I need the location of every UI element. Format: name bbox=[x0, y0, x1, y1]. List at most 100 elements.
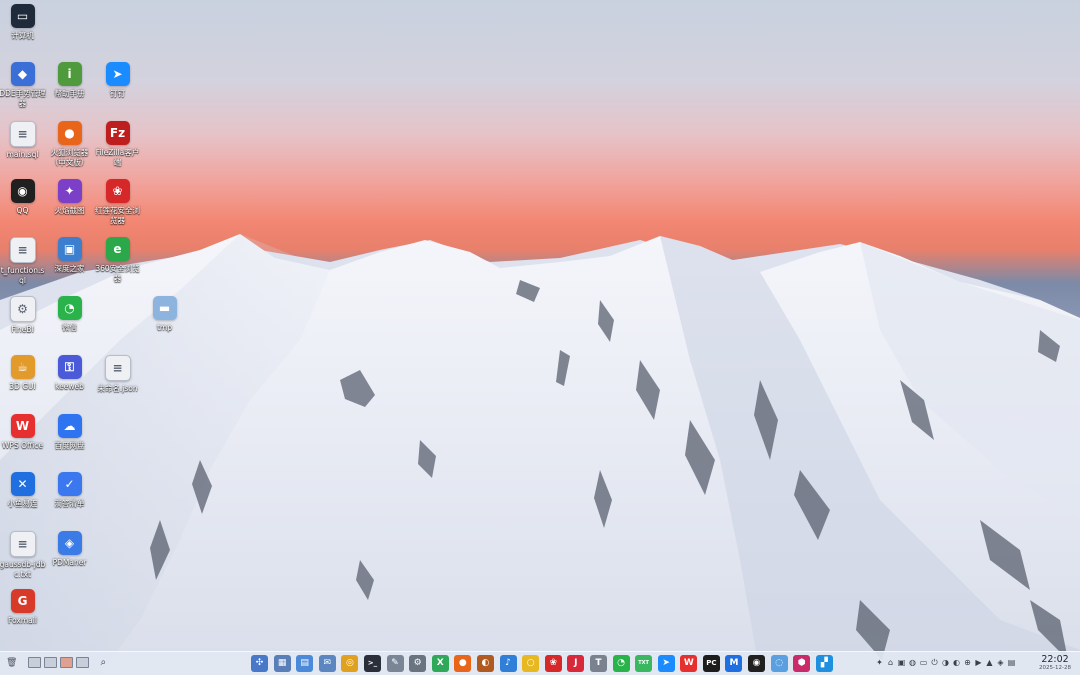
desktop-icon-5[interactable]: ● 火狐浏览器（中文版） bbox=[46, 121, 93, 168]
desktop-icon-label: keeweb bbox=[55, 382, 84, 391]
desktop-icon-22[interactable]: ✓ 滴答清单 bbox=[46, 472, 93, 509]
foxmail-icon: G bbox=[10, 589, 35, 613]
taskbar-wechat-icon[interactable]: ◔ bbox=[612, 655, 630, 672]
flameshot-icon: ✦ bbox=[57, 179, 82, 203]
desktop-icon-label: 微信 bbox=[62, 323, 77, 332]
desktop-icon-13[interactable]: ⚙ FineBI bbox=[0, 296, 46, 335]
desktop-icon-label: main.sql bbox=[6, 150, 39, 159]
taskbar-launcher-icon[interactable]: ✣ bbox=[251, 655, 268, 672]
desktop-icon-25[interactable]: G Foxmail bbox=[0, 589, 46, 626]
desktop-icon-2[interactable]: i 帮助手册 bbox=[46, 62, 93, 99]
taskbar-text-editor-icon[interactable]: ✎ bbox=[386, 655, 404, 672]
desktop-icon-label: 3D GUI bbox=[9, 382, 36, 391]
search-icon[interactable]: ⌕ bbox=[100, 657, 106, 668]
taskbar-chat-app-icon[interactable]: ◌ bbox=[770, 655, 788, 672]
tray-icon-0[interactable]: ✦ bbox=[876, 658, 883, 667]
taskbar-app-store-icon[interactable]: ▞ bbox=[815, 655, 833, 672]
taskbar-file-manager-icon[interactable]: ▤ bbox=[296, 655, 314, 672]
desktop-icon-14[interactable]: ◔ 微信 bbox=[46, 296, 93, 333]
tray-icon-2[interactable]: ▣ bbox=[898, 658, 906, 667]
desktop-icon-label: 帮助手册 bbox=[54, 89, 85, 98]
finebi-icon: ⚙ bbox=[9, 296, 36, 322]
taskbar-terminal-icon[interactable]: >_ bbox=[363, 655, 381, 672]
desktop-icon-label: Foxmail bbox=[8, 616, 37, 625]
taskbar-lotus-browser-icon[interactable]: ❀ bbox=[544, 655, 562, 672]
desktop-wallpaper bbox=[0, 0, 1080, 674]
taskbar-chrome-icon[interactable]: ◎ bbox=[341, 655, 359, 672]
workspace-4-button[interactable] bbox=[76, 657, 90, 668]
desktop-icon-24[interactable]: ◈ PDManer bbox=[46, 531, 93, 568]
taskbar-firefox-icon[interactable]: ● bbox=[454, 655, 472, 672]
taskbar-dev-tool-icon[interactable]: ⬢ bbox=[793, 655, 811, 672]
desktop-icon-9[interactable]: ❀ 红莲花安全浏览器 bbox=[94, 179, 141, 226]
wps-office-icon: W bbox=[10, 414, 35, 438]
taskbar-mail-icon[interactable]: ✉ bbox=[318, 655, 336, 672]
desktop-icon-6[interactable]: Fz FileZilla客户端 bbox=[94, 121, 141, 168]
taskbar-dingtalk-icon[interactable]: ➤ bbox=[657, 655, 675, 672]
desktop-icon-label: 深度之家 bbox=[54, 264, 85, 273]
desktop-icon-0[interactable]: ▭ 计算机 bbox=[0, 4, 46, 41]
workspace-3-button[interactable] bbox=[60, 657, 74, 668]
taskbar-jetbrains-icon[interactable]: J bbox=[567, 655, 585, 672]
taskbar-pycharm-icon[interactable]: PC bbox=[702, 655, 720, 672]
taskbar-multitask-view-icon[interactable]: ▦ bbox=[273, 655, 291, 672]
desktop-icon-10[interactable]: ≡ t_function.sql bbox=[0, 237, 46, 286]
desktop-icon-label: 360安全浏览器 bbox=[95, 264, 140, 283]
document-icon: ≡ bbox=[9, 237, 36, 263]
taskbar-txt-editor-icon[interactable]: TXT bbox=[635, 655, 653, 672]
desktop-icon-label: FileZilla客户端 bbox=[95, 148, 140, 167]
tray-icon-10[interactable]: ▲ bbox=[986, 658, 993, 667]
help-manual-icon: i bbox=[57, 62, 82, 86]
tray-icon-12[interactable]: ▤ bbox=[1008, 658, 1016, 667]
desktop-icon-15[interactable]: ▬ tmp bbox=[141, 296, 188, 333]
tray-icon-6[interactable]: ◑ bbox=[942, 658, 949, 667]
desktop-icon-23[interactable]: ≡ gaussdb-jdbc.txt bbox=[0, 531, 46, 580]
desktop-icon-1[interactable]: ◆ DDE手势管理器 bbox=[0, 62, 46, 109]
tray-icon-7[interactable]: ◐ bbox=[953, 658, 960, 667]
tray-icon-5[interactable]: ⏻ bbox=[931, 658, 938, 667]
tray-icon-8[interactable]: ⊕ bbox=[964, 658, 971, 667]
desktop-icon-8[interactable]: ✦ 火焰截图 bbox=[46, 179, 93, 216]
tray-icon-11[interactable]: ◈ bbox=[997, 658, 1004, 667]
taskbar-browser-icon[interactable]: ◐ bbox=[476, 655, 494, 672]
desktop-icon-18[interactable]: ≡ 未命名.json bbox=[94, 355, 141, 394]
desktop-icon-16[interactable]: ☕ 3D GUI bbox=[0, 355, 46, 392]
tray-icon-4[interactable]: ▭ bbox=[920, 658, 928, 667]
trash-icon[interactable]: 🗑 bbox=[6, 658, 17, 668]
desktop-icon-7[interactable]: ◉ QQ bbox=[0, 179, 46, 216]
tray-icon-3[interactable]: ◍ bbox=[909, 658, 916, 667]
tray-icon-1[interactable]: ⌂ bbox=[887, 658, 894, 667]
text-file-icon: ≡ bbox=[9, 531, 36, 557]
desktop-icon-label: 百度网盘 bbox=[54, 441, 85, 450]
clock[interactable]: 22:02 2025-12-28 bbox=[1039, 654, 1071, 672]
taskbar-settings-icon[interactable]: ⚙ bbox=[409, 655, 427, 672]
gesture-manager-icon: ◆ bbox=[10, 62, 35, 86]
qq-penguin-icon: ◉ bbox=[10, 179, 35, 203]
desktop-icon-label: 滴答清单 bbox=[54, 499, 85, 508]
taskbar-xmind-icon[interactable]: X bbox=[431, 655, 449, 672]
desktop-icon-3[interactable]: ➤ 钉钉 bbox=[94, 62, 141, 99]
desktop-icon-label: FineBI bbox=[11, 325, 34, 334]
workspace-1-button[interactable] bbox=[28, 657, 42, 668]
desktop-icon-19[interactable]: W WPS Office bbox=[0, 414, 46, 451]
desktop-icon-11[interactable]: ▣ 深度之家 bbox=[46, 237, 93, 274]
tray-icon-9[interactable]: ▶ bbox=[975, 658, 982, 667]
desktop-icon-4[interactable]: ≡ main.sql bbox=[0, 121, 46, 160]
document-icon: ≡ bbox=[104, 355, 131, 381]
workspace-2-button[interactable] bbox=[44, 657, 58, 668]
taskbar-douyin-icon[interactable]: ♪ bbox=[499, 655, 517, 672]
desktop-icon-label: tmp bbox=[156, 323, 172, 332]
desktop-icon-17[interactable]: ⚿ keeweb bbox=[46, 355, 93, 392]
taskbar-wps-icon[interactable]: W bbox=[680, 655, 698, 672]
desktop-icon-label: 火狐浏览器（中文版） bbox=[50, 148, 89, 167]
keeweb-icon: ⚿ bbox=[57, 355, 82, 379]
taskbar-kingsoft-icon[interactable]: M bbox=[725, 655, 743, 672]
desktop-icon-20[interactable]: ☁ 百度网盘 bbox=[46, 414, 93, 451]
taskbar-qq-icon[interactable]: ◉ bbox=[748, 655, 766, 672]
desktop-icon-label: 钉钉 bbox=[110, 89, 125, 98]
taskbar-ring-app-icon[interactable]: ○ bbox=[522, 655, 540, 672]
taskbar-app-list: ✣ ▦ ▤ ✉ ◎ >_ ✎ ⚙ X ● ◐ ♪ ○ ❀ J T ◔ TXT ➤ W PC M ◉ ◌ ⬢ ▞ bbox=[251, 655, 833, 672]
taskbar-typora-icon[interactable]: T bbox=[589, 655, 607, 672]
desktop-icon-12[interactable]: e 360安全浏览器 bbox=[94, 237, 141, 284]
desktop-icon-21[interactable]: ✕ 小鱼易连 bbox=[0, 472, 46, 509]
